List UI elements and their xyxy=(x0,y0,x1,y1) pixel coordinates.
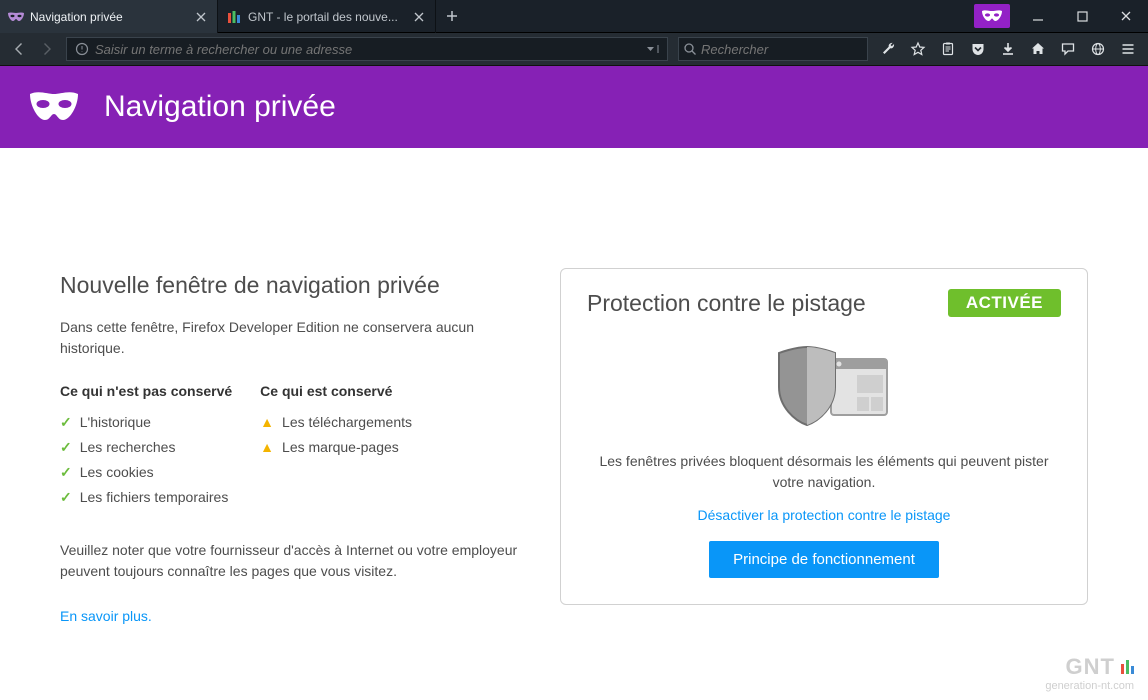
saved-column: Ce qui est conservé ▲Les téléchargements… xyxy=(260,381,412,512)
watermark-sub: generation-nt.com xyxy=(1045,680,1134,692)
gnt-favicon xyxy=(226,9,242,25)
private-banner: Navigation privée xyxy=(0,66,1148,148)
saved-title: Ce qui est conservé xyxy=(260,381,412,402)
list-item: ✓Les recherches xyxy=(60,437,232,458)
left-heading: Nouvelle fenêtre de navigation privée xyxy=(60,268,520,303)
learn-more-link[interactable]: En savoir plus. xyxy=(60,608,152,624)
star-button[interactable] xyxy=(904,36,932,62)
identity-icon[interactable] xyxy=(73,40,91,58)
warning-icon: ▲ xyxy=(260,437,274,458)
note-text: Veuillez noter que votre fournisseur d'a… xyxy=(60,540,520,582)
intro-text: Dans cette fenêtre, Firefox Developer Ed… xyxy=(60,317,520,359)
tab-strip: Navigation privée GNT - le portail des n… xyxy=(0,0,1148,33)
downloads-button[interactable] xyxy=(994,36,1022,62)
pocket-button[interactable] xyxy=(964,36,992,62)
watermark-brand: GNT xyxy=(1066,654,1115,680)
right-column: Protection contre le pistage ACTIVÉE Les… xyxy=(560,268,1088,627)
url-bar[interactable] xyxy=(66,37,668,61)
forward-button[interactable] xyxy=(34,36,60,62)
check-icon: ✓ xyxy=(60,487,72,508)
mask-icon xyxy=(8,9,24,25)
not-saved-column: Ce qui n'est pas conservé ✓L'historique … xyxy=(60,381,232,512)
url-input[interactable] xyxy=(95,42,645,57)
tracking-illustration xyxy=(587,335,1061,435)
private-indicator xyxy=(974,4,1010,28)
nav-toolbar xyxy=(0,33,1148,66)
search-icon xyxy=(683,41,697,57)
tracking-description: Les fenêtres privées bloquent désormais … xyxy=(587,451,1061,493)
search-input[interactable] xyxy=(701,42,879,57)
titlebar-spacer xyxy=(468,0,968,32)
tab-title: GNT - le portail des nouve... xyxy=(248,10,405,24)
webide-button[interactable] xyxy=(1084,36,1112,62)
clipboard-button[interactable] xyxy=(934,36,962,62)
menu-button[interactable] xyxy=(1114,36,1142,62)
list-item: ▲Les marque-pages xyxy=(260,437,412,458)
list-item: ✓Les fichiers temporaires xyxy=(60,487,232,508)
window-minimize-button[interactable] xyxy=(1016,0,1060,32)
left-column: Nouvelle fenêtre de navigation privée Da… xyxy=(60,268,520,627)
urlbar-dropmarker-icon[interactable] xyxy=(645,44,665,54)
watermark: GNT generation-nt.com xyxy=(1045,654,1134,692)
search-bar[interactable] xyxy=(678,37,868,61)
watermark-bars-icon xyxy=(1119,654,1134,680)
warning-icon: ▲ xyxy=(260,412,274,433)
how-it-works-button[interactable]: Principe de fonctionnement xyxy=(709,541,939,578)
devtools-button[interactable] xyxy=(874,36,902,62)
back-button[interactable] xyxy=(6,36,32,62)
new-tab-button[interactable] xyxy=(436,0,468,32)
toolbar-icons xyxy=(874,36,1142,62)
check-icon: ✓ xyxy=(60,437,72,458)
status-badge: ACTIVÉE xyxy=(948,289,1061,317)
tab-gnt[interactable]: GNT - le portail des nouve... xyxy=(218,0,436,33)
check-icon: ✓ xyxy=(60,412,72,433)
close-icon[interactable] xyxy=(411,9,427,25)
list-item: ✓L'historique xyxy=(60,412,232,433)
tracking-panel: Protection contre le pistage ACTIVÉE Les… xyxy=(560,268,1088,605)
content-area: Nouvelle fenêtre de navigation privée Da… xyxy=(0,148,1148,627)
mask-icon xyxy=(28,90,80,124)
tab-title: Navigation privée xyxy=(30,10,187,24)
list-item: ✓Les cookies xyxy=(60,462,232,483)
tracking-heading: Protection contre le pistage xyxy=(587,290,866,317)
check-icon: ✓ xyxy=(60,462,72,483)
list-item: ▲Les téléchargements xyxy=(260,412,412,433)
not-saved-title: Ce qui n'est pas conservé xyxy=(60,381,232,402)
banner-title: Navigation privée xyxy=(104,90,336,124)
tab-private-browsing[interactable]: Navigation privée xyxy=(0,0,218,33)
close-icon[interactable] xyxy=(193,9,209,25)
home-button[interactable] xyxy=(1024,36,1052,62)
window-close-button[interactable] xyxy=(1104,0,1148,32)
disable-tracking-link[interactable]: Désactiver la protection contre le pista… xyxy=(698,507,951,523)
window-maximize-button[interactable] xyxy=(1060,0,1104,32)
chat-button[interactable] xyxy=(1054,36,1082,62)
